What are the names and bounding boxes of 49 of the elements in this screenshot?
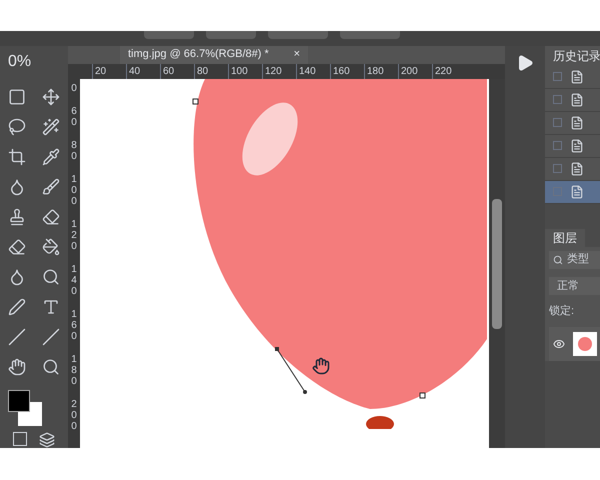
document-title: timg.jpg @ 66.7%(RGB/8#) * — [128, 47, 269, 62]
ruler-label: 200 — [71, 398, 77, 432]
document-icon — [570, 162, 584, 176]
ruler-label: 140 — [71, 264, 77, 297]
layer-thumbnail — [573, 332, 597, 356]
snapshot-checkbox[interactable] — [553, 72, 562, 82]
opacity-value: 0% — [7, 52, 32, 72]
ruler-label: 180 — [71, 354, 77, 387]
eye-icon[interactable] — [553, 338, 565, 350]
scrollbar-thumb[interactable] — [492, 198, 502, 329]
document-icon — [570, 70, 584, 84]
close-button[interactable]: × — [294, 46, 300, 63]
bezier-handle[interactable] — [275, 346, 307, 394]
snapshot-checkbox[interactable] — [553, 118, 562, 128]
ruler-label: 60 — [71, 106, 77, 128]
ruler-label: 160 — [71, 308, 77, 342]
ruler-label: 100 — [71, 174, 77, 207]
play-icon[interactable] — [516, 54, 534, 72]
layer-filter-field[interactable]: 类型 — [549, 250, 600, 269]
layer-row[interactable] — [549, 327, 600, 362]
ruler-label: 80 — [71, 140, 77, 162]
history-step[interactable] — [545, 134, 600, 158]
color-swatches-drawing[interactable] — [8, 390, 42, 426]
screen-mode-icon[interactable] — [39, 432, 55, 448]
filter-label: 类型 — [567, 252, 589, 268]
document-tab[interactable]: timg.jpg @ 66.7%(RGB/8#) * × — [120, 46, 308, 64]
hand-cursor-icon — [312, 356, 330, 375]
search-icon — [553, 254, 563, 265]
snapshot-checkbox[interactable] — [553, 164, 562, 174]
vertical-scrollbar[interactable] — [489, 78, 505, 448]
history-step[interactable] — [545, 66, 600, 89]
ruler-label: 0 — [71, 82, 77, 94]
layers-tab[interactable]: 图层 — [545, 228, 585, 247]
history-step[interactable] — [545, 112, 600, 135]
blend-mode-dropdown[interactable]: 正常 — [549, 276, 600, 295]
history-step[interactable] — [545, 180, 600, 204]
lock-label: 锁定: — [549, 304, 576, 319]
anchor-point[interactable] — [192, 98, 198, 104]
snapshot-checkbox[interactable] — [553, 141, 562, 150]
history-step[interactable] — [545, 158, 600, 181]
anchor-point[interactable] — [420, 392, 426, 398]
document-icon — [570, 138, 584, 153]
mask-icon[interactable] — [13, 432, 27, 446]
document-icon — [570, 92, 584, 107]
history-step[interactable] — [545, 88, 600, 112]
ruler-label: 120 — [71, 218, 77, 252]
snapshot-checkbox[interactable] — [553, 95, 562, 104]
document-icon — [570, 116, 584, 130]
document-icon — [570, 184, 584, 199]
